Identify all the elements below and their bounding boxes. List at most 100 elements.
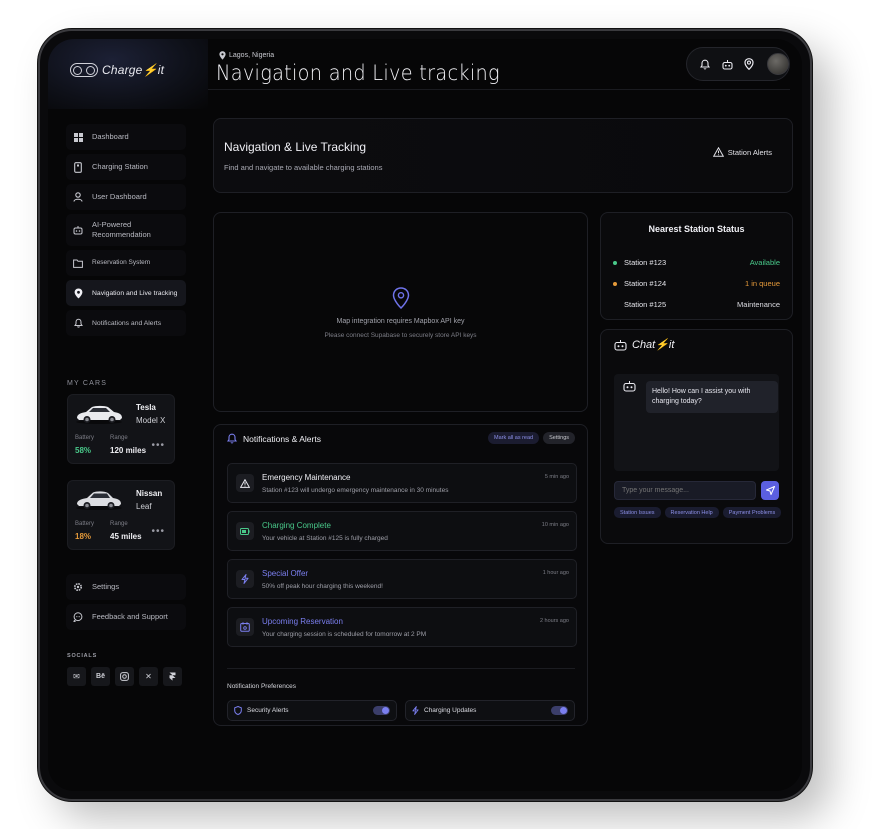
notification-title: Emergency Maintenance [262, 473, 351, 482]
pref-security-alerts[interactable]: Security Alerts [227, 700, 397, 721]
sidebar-item-label: User Dashboard [92, 191, 147, 201]
notification-desc: 50% off peak hour charging this weekend! [262, 583, 383, 590]
sidebar-item-navigation[interactable]: Navigation and Live tracking [66, 280, 186, 307]
car-card[interactable]: Nissan Leaf Battery Range 18% 45 miles •… [67, 480, 175, 550]
battery-icon [236, 522, 254, 540]
car-image [76, 491, 122, 510]
mark-all-read-button[interactable]: Mark all as read [487, 432, 540, 444]
sidebar-item-dashboard[interactable]: Dashboard [66, 124, 186, 150]
quick-reply-chip[interactable]: Station Issues [614, 507, 661, 518]
preferences-title: Notification Preferences [227, 683, 297, 690]
chat-bubble-icon [72, 611, 84, 623]
notification-settings-button[interactable]: Settings [543, 432, 575, 444]
sidebar-item-feedback[interactable]: Feedback and Support [66, 604, 186, 630]
sidebar-item-charging-station[interactable]: Charging Station [66, 154, 186, 180]
location-pin-icon [72, 287, 84, 299]
status-dot [613, 260, 617, 265]
robot-icon [72, 224, 84, 236]
app-logo[interactable]: Charge⚡it [70, 63, 164, 77]
hero-panel: Navigation & Live Tracking Find and navi… [213, 118, 793, 193]
station-name: Station #124 [624, 279, 667, 288]
sidebar-item-reservation[interactable]: Reservation System [66, 250, 186, 277]
station-status-panel: Nearest Station Status Station #123 Avai… [600, 212, 793, 320]
chat-input[interactable] [614, 481, 756, 500]
sidebar-item-settings[interactable]: Settings [66, 574, 186, 600]
status-badge: Available [749, 258, 780, 267]
sidebar-item-user-dashboard[interactable]: User Dashboard [66, 184, 186, 210]
status-dot [613, 303, 617, 307]
sidebar-item-ai-recommendation[interactable]: AI-Powered Recommendation [66, 214, 186, 247]
notification-title: Charging Complete [262, 521, 331, 530]
send-icon [765, 486, 775, 495]
location[interactable]: Lagos, Nigeria [219, 51, 274, 60]
map-pin-icon [392, 287, 410, 309]
map-message: Map integration requires Mapbox API key [336, 318, 465, 325]
battery-label: Battery [75, 521, 95, 527]
notification-time: 10 min ago [541, 522, 569, 528]
hero-subtitle: Find and navigate to available charging … [224, 163, 383, 172]
notification-time: 1 hour ago [542, 570, 569, 576]
notification-item[interactable]: Charging Complete Your vehicle at Statio… [227, 511, 577, 551]
notifications-panel: Notifications & Alerts Mark all as read … [213, 424, 588, 726]
car-make: Nissan [136, 489, 163, 498]
battery-value: 58% [75, 446, 92, 455]
notification-time: 5 min ago [544, 474, 569, 480]
warning-icon [236, 474, 254, 492]
warning-icon [712, 147, 724, 157]
notification-item[interactable]: Emergency Maintenance Station #123 will … [227, 463, 577, 503]
mail-icon[interactable]: ✉ [67, 667, 86, 686]
sidebar-bottom-nav: Settings Feedback and Support [66, 574, 186, 634]
toggle-switch[interactable] [551, 706, 568, 715]
station-name: Station #125 [624, 300, 667, 309]
range-value: 45 miles [110, 532, 142, 541]
station-alerts-button[interactable]: Station Alerts [712, 147, 772, 157]
bell-icon [72, 317, 84, 329]
behance-icon[interactable]: Bē [91, 667, 110, 686]
pref-label: Security Alerts [247, 707, 289, 714]
bot-message: Hello! How can I assist you with chargin… [646, 381, 778, 413]
hero-title: Navigation & Live Tracking [224, 140, 367, 154]
bell-icon[interactable] [699, 58, 711, 70]
map-panel[interactable]: Map integration requires Mapbox API key … [213, 212, 588, 412]
robot-icon [614, 339, 627, 351]
station-row[interactable]: Station #123 Available [613, 258, 780, 267]
notification-title: Upcoming Reservation [262, 617, 343, 626]
quick-reply-chip[interactable]: Payment Problems [722, 507, 782, 518]
socials-title: SOCIALS [67, 653, 98, 659]
instagram-icon[interactable] [115, 667, 134, 686]
station-row[interactable]: Station #124 1 in queue [613, 279, 780, 288]
sidebar-item-label: Charging Station [92, 161, 148, 171]
notification-item[interactable]: Special Offer 50% off peak hour charging… [227, 559, 577, 599]
chat-messages: Hello! How can I assist you with chargin… [614, 374, 779, 471]
send-button[interactable] [761, 481, 779, 500]
location-pin-icon[interactable] [743, 58, 755, 70]
avatar[interactable] [767, 53, 789, 75]
app-screen: Charge⚡it Dashboard Charging Station Use… [48, 39, 802, 791]
toggle-switch[interactable] [373, 706, 390, 715]
sidebar-item-label: Reservation System [92, 258, 151, 266]
pref-label: Charging Updates [424, 707, 477, 714]
more-options-icon[interactable]: ••• [151, 440, 165, 451]
notification-time: 2 hours ago [539, 618, 569, 624]
chat-header: Chat⚡it [614, 338, 674, 351]
more-options-icon[interactable]: ••• [151, 526, 165, 537]
status-dot [613, 281, 617, 286]
map-hint: Please connect Supabase to securely stor… [324, 332, 477, 339]
status-badge: Maintenance [737, 300, 780, 309]
location-label: Lagos, Nigeria [229, 52, 275, 59]
notification-desc: Your vehicle at Station #125 is fully ch… [262, 535, 388, 542]
station-status-title: Nearest Station Status [648, 224, 745, 234]
pref-charging-updates[interactable]: Charging Updates [405, 700, 575, 721]
sidebar-item-notifications[interactable]: Notifications and Alerts [66, 310, 186, 337]
framer-icon[interactable] [163, 667, 182, 686]
car-card[interactable]: Tesla Model X Battery Range 58% 120 mile… [67, 394, 175, 464]
divider [227, 668, 575, 669]
sidebar-item-label: Feedback and Support [92, 611, 168, 621]
sidebar-item-label: Navigation and Live tracking [92, 289, 178, 297]
x-icon[interactable]: ✕ [139, 667, 158, 686]
station-name: Station #123 [624, 258, 667, 267]
quick-reply-chip[interactable]: Reservation Help [664, 507, 719, 518]
station-row[interactable]: Station #125 Maintenance [613, 300, 780, 309]
notification-item[interactable]: Upcoming Reservation Your charging sessi… [227, 607, 577, 647]
robot-icon[interactable] [721, 58, 733, 70]
